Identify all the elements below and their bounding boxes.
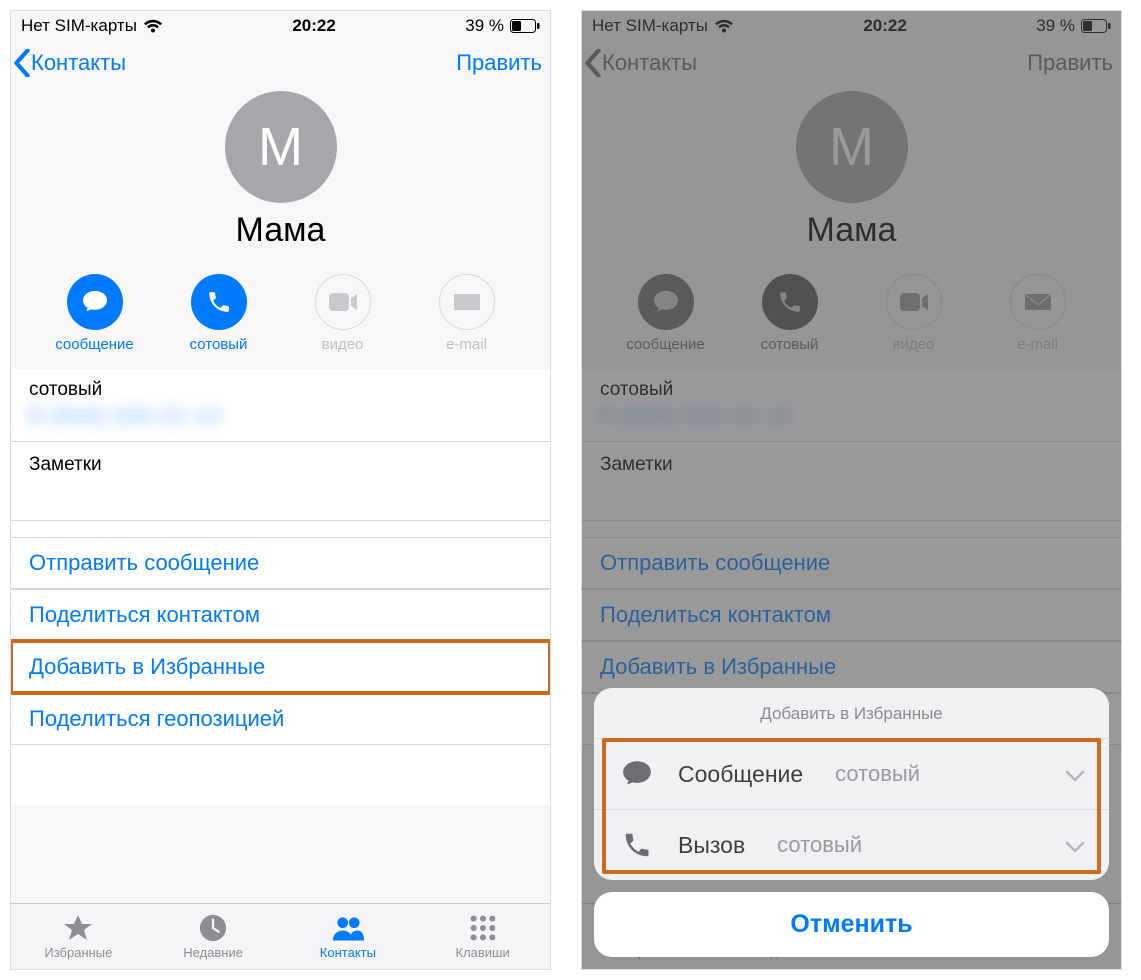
phone-type-label: сотовый: [29, 379, 532, 401]
video-label: видео: [298, 336, 388, 353]
video-icon: [315, 274, 371, 330]
action-row: сообщение сотовый видео e-mail: [11, 260, 550, 369]
contact-name: Мама: [11, 211, 550, 250]
tab-keypad-label: Клавиши: [456, 945, 510, 960]
carrier-text: Нет SIM-карты: [21, 16, 137, 36]
share-location-cell[interactable]: Поделиться геопозицией: [11, 693, 550, 745]
action-sheet: Добавить в Избранные Сообщение сотовый В…: [594, 688, 1109, 957]
message-button[interactable]: сообщение: [50, 274, 140, 353]
battery-text: 39 %: [465, 16, 504, 36]
sheet-row-message[interactable]: Сообщение сотовый: [594, 738, 1109, 809]
message-icon: [67, 274, 123, 330]
details-list: сотовый 8 (916) 016-21-12 Заметки: [11, 369, 550, 521]
back-button[interactable]: Контакты: [13, 49, 126, 77]
keypad-icon: [467, 913, 499, 943]
call-button[interactable]: сотовый: [174, 274, 264, 353]
email-label: e-mail: [422, 336, 512, 353]
status-bar: Нет SIM-карты 20:22 39 %: [11, 11, 550, 41]
chevron-left-icon: [13, 49, 31, 77]
back-label: Контакты: [31, 50, 126, 76]
phone-cell[interactable]: сотовый 8 (916) 016-21-12: [11, 369, 550, 442]
sheet-group: Добавить в Избранные Сообщение сотовый В…: [594, 688, 1109, 880]
email-icon: [439, 274, 495, 330]
add-favorite-cell[interactable]: Добавить в Избранные: [11, 641, 550, 693]
phone-screen-right: Нет SIM-карты 20:22 39 % Контакты Правит…: [581, 10, 1122, 970]
contacts-icon: [332, 913, 364, 943]
chevron-down-icon: [1065, 761, 1085, 788]
share-contact-cell[interactable]: Поделиться контактом: [11, 589, 550, 641]
sheet-cancel-button[interactable]: Отменить: [594, 892, 1109, 957]
message-label: сообщение: [50, 336, 140, 353]
tab-favorites-label: Избранные: [44, 945, 112, 960]
star-icon: [62, 913, 94, 943]
sheet-message-sub: сотовый: [835, 761, 920, 787]
phone-icon: [618, 830, 656, 860]
message-icon: [618, 759, 656, 789]
clock-icon: [197, 913, 229, 943]
phone-icon: [191, 274, 247, 330]
edit-button[interactable]: Править: [456, 50, 542, 76]
email-button[interactable]: e-mail: [422, 274, 512, 353]
tab-contacts-label: Контакты: [320, 945, 376, 960]
avatar-initial: М: [258, 116, 303, 178]
sheet-row-call[interactable]: Вызов сотовый: [594, 809, 1109, 880]
nav-bar: Контакты Править: [11, 41, 550, 85]
send-message-cell[interactable]: Отправить сообщение: [11, 537, 550, 589]
contact-header: М Мама: [11, 85, 550, 260]
tab-contacts[interactable]: Контакты: [281, 904, 416, 969]
tab-recents[interactable]: Недавние: [146, 904, 281, 969]
sheet-call-sub: сотовый: [777, 832, 862, 858]
wifi-icon: [143, 19, 163, 34]
tab-recents-label: Недавние: [183, 945, 243, 960]
sheet-message-label: Сообщение: [678, 761, 803, 788]
notes-cell[interactable]: Заметки: [11, 442, 550, 521]
notes-label: Заметки: [29, 454, 532, 476]
video-button[interactable]: видео: [298, 274, 388, 353]
call-label: сотовый: [174, 336, 264, 353]
clock-text: 20:22: [292, 16, 335, 36]
phone-number: 8 (916) 016-21-12: [29, 403, 532, 429]
chevron-down-icon: [1065, 832, 1085, 859]
tab-favorites[interactable]: Избранные: [11, 904, 146, 969]
tab-bar: Избранные Недавние Контакты Клавиши: [11, 903, 550, 969]
phone-screen-left: Нет SIM-карты 20:22 39 % Контакты Правит…: [10, 10, 551, 970]
tab-keypad[interactable]: Клавиши: [415, 904, 550, 969]
avatar: М: [225, 91, 337, 203]
battery-icon: [510, 19, 540, 33]
sheet-title: Добавить в Избранные: [594, 688, 1109, 738]
sheet-call-label: Вызов: [678, 832, 745, 859]
